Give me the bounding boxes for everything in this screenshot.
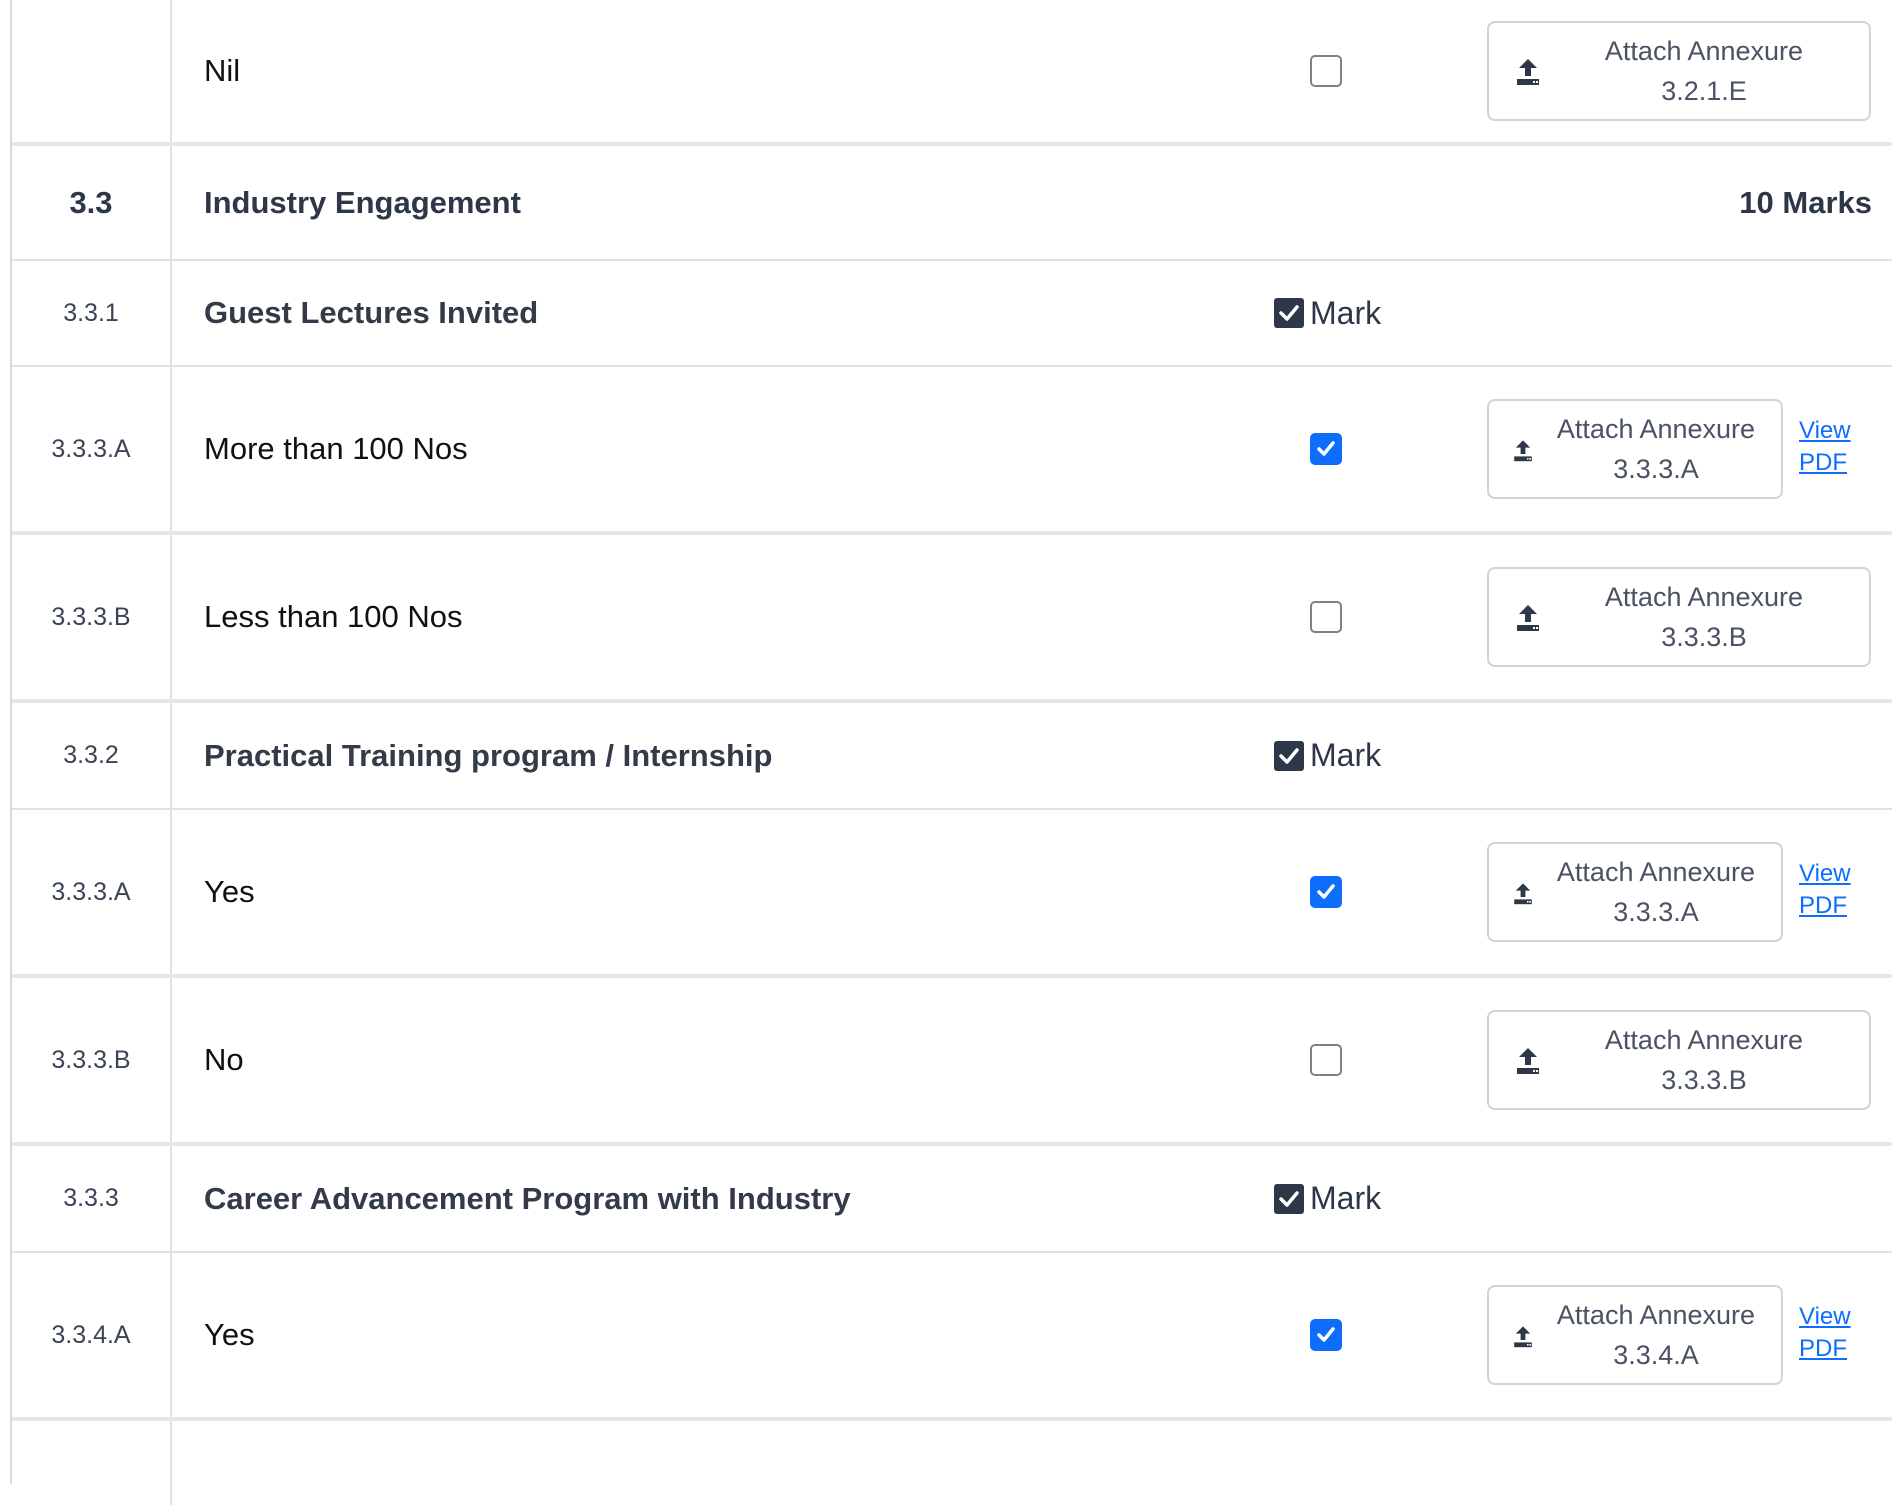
checkmark-icon [1279,305,1299,321]
section-title: Industry Engagement [204,184,521,220]
section-marks: 10 Marks [1739,184,1872,220]
option-text: No [204,1042,244,1077]
option-number: 3.3.3.A [12,810,172,974]
option-checkbox[interactable] [1310,876,1342,908]
mark-checkbox[interactable] [1274,1183,1304,1214]
attach-annexure-button[interactable]: Attach Annexure 3.3.4.A [1487,1285,1783,1385]
criterion-row: 3.3.3 Career Advancement Program with In… [12,1146,1892,1253]
checkmark-icon [1317,884,1335,899]
attach-annexure-button[interactable]: Attach Annexure 3.3.3.B [1487,1010,1871,1110]
attach-annexure-code: 3.2.1.E [1661,76,1747,106]
view-pdf-link[interactable]: View PDF [1799,1301,1879,1365]
upload-icon [1514,440,1532,462]
mark-label: Mark [1310,737,1382,773]
table-row: 3.3.3.A More than 100 Nos Attach Annexur… [12,367,1892,535]
criterion-row: 3.3.1 Guest Lectures Invited Mark [12,261,1892,367]
attach-annexure-code: 3.3.3.A [1613,454,1699,484]
criteria-table: Nil Attach Annexure 3.2.1.E 3.3 Industry… [12,0,1892,1505]
option-number: 3.3.4.A [12,1253,172,1417]
option-number: 3.3.3.B [12,978,172,1142]
mark-label: Mark [1310,1180,1382,1216]
table-row: 3.3.3.B No Attach Annexure 3.3.3.B [12,978,1892,1146]
upload-icon [1517,59,1539,85]
attach-annexure-button[interactable]: Attach Annexure 3.3.3.A [1487,399,1783,499]
attach-annexure-code: 3.3.3.A [1613,897,1699,927]
mark-toggle[interactable]: Mark [1274,736,1381,776]
criterion-title: Guest Lectures Invited [204,295,539,330]
attach-annexure-text: Attach Annexure 3.3.4.A [1539,1287,1773,1383]
attach-annexure-label: Attach Annexure [1604,1025,1804,1055]
view-pdf-link[interactable]: View PDF [1799,858,1879,922]
upload-icon [1514,883,1532,905]
mark-label: Mark [1310,294,1382,331]
option-text: Nil [204,53,241,88]
section-number: 3.3 [12,146,172,259]
attach-annexure-button[interactable]: Attach Annexure 3.3.3.B [1487,567,1871,667]
criterion-number: 3.3.1 [12,261,172,365]
attach-annexure-label: Attach Annexure [1556,414,1756,444]
option-text: Yes [204,1317,255,1352]
table-row: Nil Attach Annexure 3.2.1.E [12,0,1892,146]
checkmark-icon [1279,1190,1299,1207]
checkmark-icon [1279,747,1299,764]
attach-annexure-label: Attach Annexure [1604,36,1804,66]
attach-annexure-text: Attach Annexure 3.3.3.A [1539,844,1773,940]
option-checkbox[interactable] [1310,1319,1342,1351]
section-header-row: 3.3 Industry Engagement 10 Marks [12,146,1892,261]
mark-toggle[interactable]: Mark [1274,293,1381,333]
mark-checkbox[interactable] [1274,740,1304,771]
attach-annexure-code: 3.3.3.B [1661,622,1747,652]
attach-annexure-text: Attach Annexure 3.3.3.A [1539,401,1773,497]
row-number-cell [12,1421,172,1505]
upload-icon [1517,605,1539,631]
upload-icon [1514,1326,1532,1348]
attach-annexure-label: Attach Annexure [1556,857,1756,887]
table-row: 3.3.4.A Yes Attach Annexure 3.3.4.A View… [12,1253,1892,1421]
attach-annexure-text: Attach Annexure 3.2.1.E [1549,23,1859,119]
criterion-title: Career Advancement Program with Industry [204,1180,851,1216]
criterion-title: Practical Training program / Internship [204,737,773,773]
attach-annexure-code: 3.3.3.B [1661,1065,1747,1095]
checkmark-icon [1317,441,1335,456]
criterion-number: 3.3.2 [12,703,172,808]
upload-icon [1517,1048,1539,1074]
option-number: 3.3.3.A [12,367,172,531]
attach-annexure-text: Attach Annexure 3.3.3.B [1549,1012,1859,1108]
criterion-number: 3.3.3 [12,1146,172,1251]
mark-toggle[interactable]: Mark [1274,1179,1381,1219]
attach-annexure-button[interactable]: Attach Annexure 3.3.3.A [1487,842,1783,942]
option-checkbox[interactable] [1310,433,1342,465]
row-number-cell [12,0,172,142]
option-text: Less than 100 Nos [204,599,463,634]
option-checkbox[interactable] [1310,601,1342,633]
mark-checkbox[interactable] [1274,298,1304,328]
attach-annexure-text: Attach Annexure 3.3.3.B [1549,569,1859,665]
attach-annexure-label: Attach Annexure [1556,1300,1756,1330]
view-pdf-link[interactable]: View PDF [1799,415,1879,479]
checkmark-icon [1317,1327,1335,1342]
attach-annexure-code: 3.3.4.A [1613,1340,1699,1370]
table-row: 3.3.3.A Yes Attach Annexure 3.3.3.A View… [12,810,1892,978]
attach-annexure-button[interactable]: Attach Annexure 3.2.1.E [1487,21,1871,121]
option-text: More than 100 Nos [204,431,468,466]
table-row: 3.3.3.B Less than 100 Nos Attach Annexur… [12,535,1892,703]
table-row [12,1421,1892,1505]
option-text: Yes [204,874,255,909]
option-checkbox[interactable] [1310,55,1342,87]
attach-annexure-label: Attach Annexure [1604,582,1804,612]
option-number: 3.3.3.B [12,535,172,699]
criterion-row: 3.3.2 Practical Training program / Inter… [12,703,1892,810]
option-checkbox[interactable] [1310,1044,1342,1076]
